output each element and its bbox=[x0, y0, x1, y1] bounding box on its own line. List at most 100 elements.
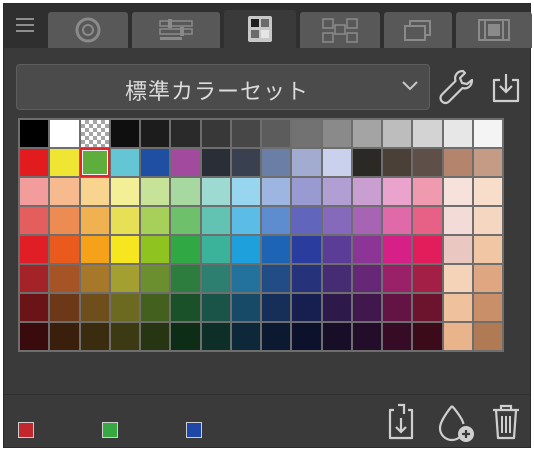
color-swatch[interactable] bbox=[201, 207, 230, 234]
color-swatch[interactable] bbox=[141, 178, 170, 205]
color-swatch[interactable] bbox=[50, 265, 79, 292]
color-swatch[interactable] bbox=[80, 294, 109, 321]
color-swatch[interactable] bbox=[413, 265, 442, 292]
color-swatch[interactable] bbox=[231, 236, 260, 263]
color-swatch[interactable] bbox=[171, 120, 200, 147]
color-swatch[interactable] bbox=[20, 294, 49, 321]
color-swatch[interactable] bbox=[413, 294, 442, 321]
color-swatch[interactable] bbox=[413, 149, 442, 176]
color-swatch[interactable] bbox=[292, 207, 321, 234]
color-swatch[interactable] bbox=[201, 120, 230, 147]
color-swatch[interactable] bbox=[443, 236, 472, 263]
color-swatch[interactable] bbox=[292, 294, 321, 321]
color-swatch[interactable] bbox=[201, 149, 230, 176]
color-swatch[interactable] bbox=[292, 265, 321, 292]
color-swatch[interactable] bbox=[50, 178, 79, 205]
color-swatch[interactable] bbox=[473, 149, 502, 176]
color-swatch[interactable] bbox=[141, 149, 170, 176]
transparent-swatch[interactable] bbox=[80, 120, 109, 147]
color-swatch[interactable] bbox=[110, 120, 139, 147]
color-swatch[interactable] bbox=[80, 323, 109, 350]
color-swatch[interactable] bbox=[141, 120, 170, 147]
color-swatch[interactable] bbox=[262, 178, 291, 205]
sub-color-chip[interactable] bbox=[102, 422, 118, 438]
color-swatch[interactable] bbox=[473, 323, 502, 350]
color-swatch[interactable] bbox=[292, 149, 321, 176]
color-swatch[interactable] bbox=[262, 294, 291, 321]
color-swatch[interactable] bbox=[322, 178, 351, 205]
color-swatch[interactable] bbox=[352, 294, 381, 321]
color-swatch[interactable] bbox=[352, 265, 381, 292]
color-swatch[interactable] bbox=[473, 178, 502, 205]
color-swatch[interactable] bbox=[50, 294, 79, 321]
color-swatch[interactable] bbox=[413, 120, 442, 147]
color-swatch[interactable] bbox=[231, 265, 260, 292]
color-swatch[interactable] bbox=[20, 178, 49, 205]
color-swatch[interactable] bbox=[231, 207, 260, 234]
color-swatch[interactable] bbox=[292, 120, 321, 147]
color-swatch[interactable] bbox=[413, 323, 442, 350]
color-swatch[interactable] bbox=[352, 236, 381, 263]
color-swatch[interactable] bbox=[171, 178, 200, 205]
color-swatch[interactable] bbox=[110, 207, 139, 234]
color-swatch[interactable] bbox=[413, 178, 442, 205]
color-swatch[interactable] bbox=[171, 236, 200, 263]
color-swatch[interactable] bbox=[171, 149, 200, 176]
color-swatch[interactable] bbox=[383, 323, 412, 350]
color-swatch[interactable] bbox=[80, 207, 109, 234]
color-swatch[interactable] bbox=[322, 120, 351, 147]
transparent-color-chip[interactable] bbox=[186, 422, 202, 438]
color-swatch[interactable] bbox=[141, 294, 170, 321]
color-swatch[interactable] bbox=[171, 323, 200, 350]
color-swatch[interactable] bbox=[262, 323, 291, 350]
add-color-icon[interactable] bbox=[436, 402, 476, 444]
color-swatch[interactable] bbox=[110, 236, 139, 263]
color-swatch[interactable] bbox=[443, 265, 472, 292]
color-swatch[interactable] bbox=[20, 207, 49, 234]
color-swatch[interactable] bbox=[231, 323, 260, 350]
tab-approximate-color[interactable] bbox=[384, 12, 452, 48]
color-swatch[interactable] bbox=[473, 236, 502, 263]
color-swatch[interactable] bbox=[443, 207, 472, 234]
color-swatch[interactable] bbox=[20, 149, 49, 176]
color-swatch[interactable] bbox=[201, 236, 230, 263]
color-swatch[interactable] bbox=[383, 120, 412, 147]
color-swatch[interactable] bbox=[201, 323, 230, 350]
color-swatch[interactable] bbox=[473, 265, 502, 292]
color-swatch[interactable] bbox=[262, 207, 291, 234]
color-swatch[interactable] bbox=[171, 265, 200, 292]
tab-color-history[interactable] bbox=[456, 12, 532, 48]
color-swatch[interactable] bbox=[80, 265, 109, 292]
tab-color-set[interactable] bbox=[224, 10, 296, 48]
color-swatch[interactable] bbox=[231, 294, 260, 321]
trash-icon[interactable] bbox=[490, 402, 522, 442]
color-swatch[interactable] bbox=[110, 149, 139, 176]
color-swatch[interactable] bbox=[201, 265, 230, 292]
color-swatch[interactable] bbox=[20, 323, 49, 350]
color-swatch[interactable] bbox=[262, 120, 291, 147]
color-swatch[interactable] bbox=[110, 178, 139, 205]
color-swatch[interactable] bbox=[171, 294, 200, 321]
color-swatch[interactable] bbox=[110, 265, 139, 292]
import-icon[interactable] bbox=[490, 70, 522, 104]
color-swatch[interactable] bbox=[473, 120, 502, 147]
color-swatch[interactable] bbox=[50, 207, 79, 234]
color-swatch[interactable] bbox=[20, 236, 49, 263]
color-swatch[interactable] bbox=[80, 178, 109, 205]
color-swatch[interactable] bbox=[292, 178, 321, 205]
color-swatch[interactable] bbox=[231, 120, 260, 147]
color-swatch[interactable] bbox=[322, 323, 351, 350]
color-swatch[interactable] bbox=[201, 294, 230, 321]
color-swatch[interactable] bbox=[322, 236, 351, 263]
color-swatch[interactable] bbox=[141, 236, 170, 263]
color-swatch[interactable] bbox=[80, 236, 109, 263]
color-swatch[interactable] bbox=[352, 149, 381, 176]
tab-color-wheel[interactable] bbox=[48, 12, 128, 48]
color-swatch[interactable] bbox=[262, 236, 291, 263]
replace-color-icon[interactable] bbox=[386, 402, 418, 442]
color-swatch[interactable] bbox=[110, 294, 139, 321]
color-swatch[interactable] bbox=[413, 236, 442, 263]
color-swatch[interactable] bbox=[231, 149, 260, 176]
color-swatch[interactable] bbox=[50, 323, 79, 350]
color-swatch[interactable] bbox=[50, 236, 79, 263]
